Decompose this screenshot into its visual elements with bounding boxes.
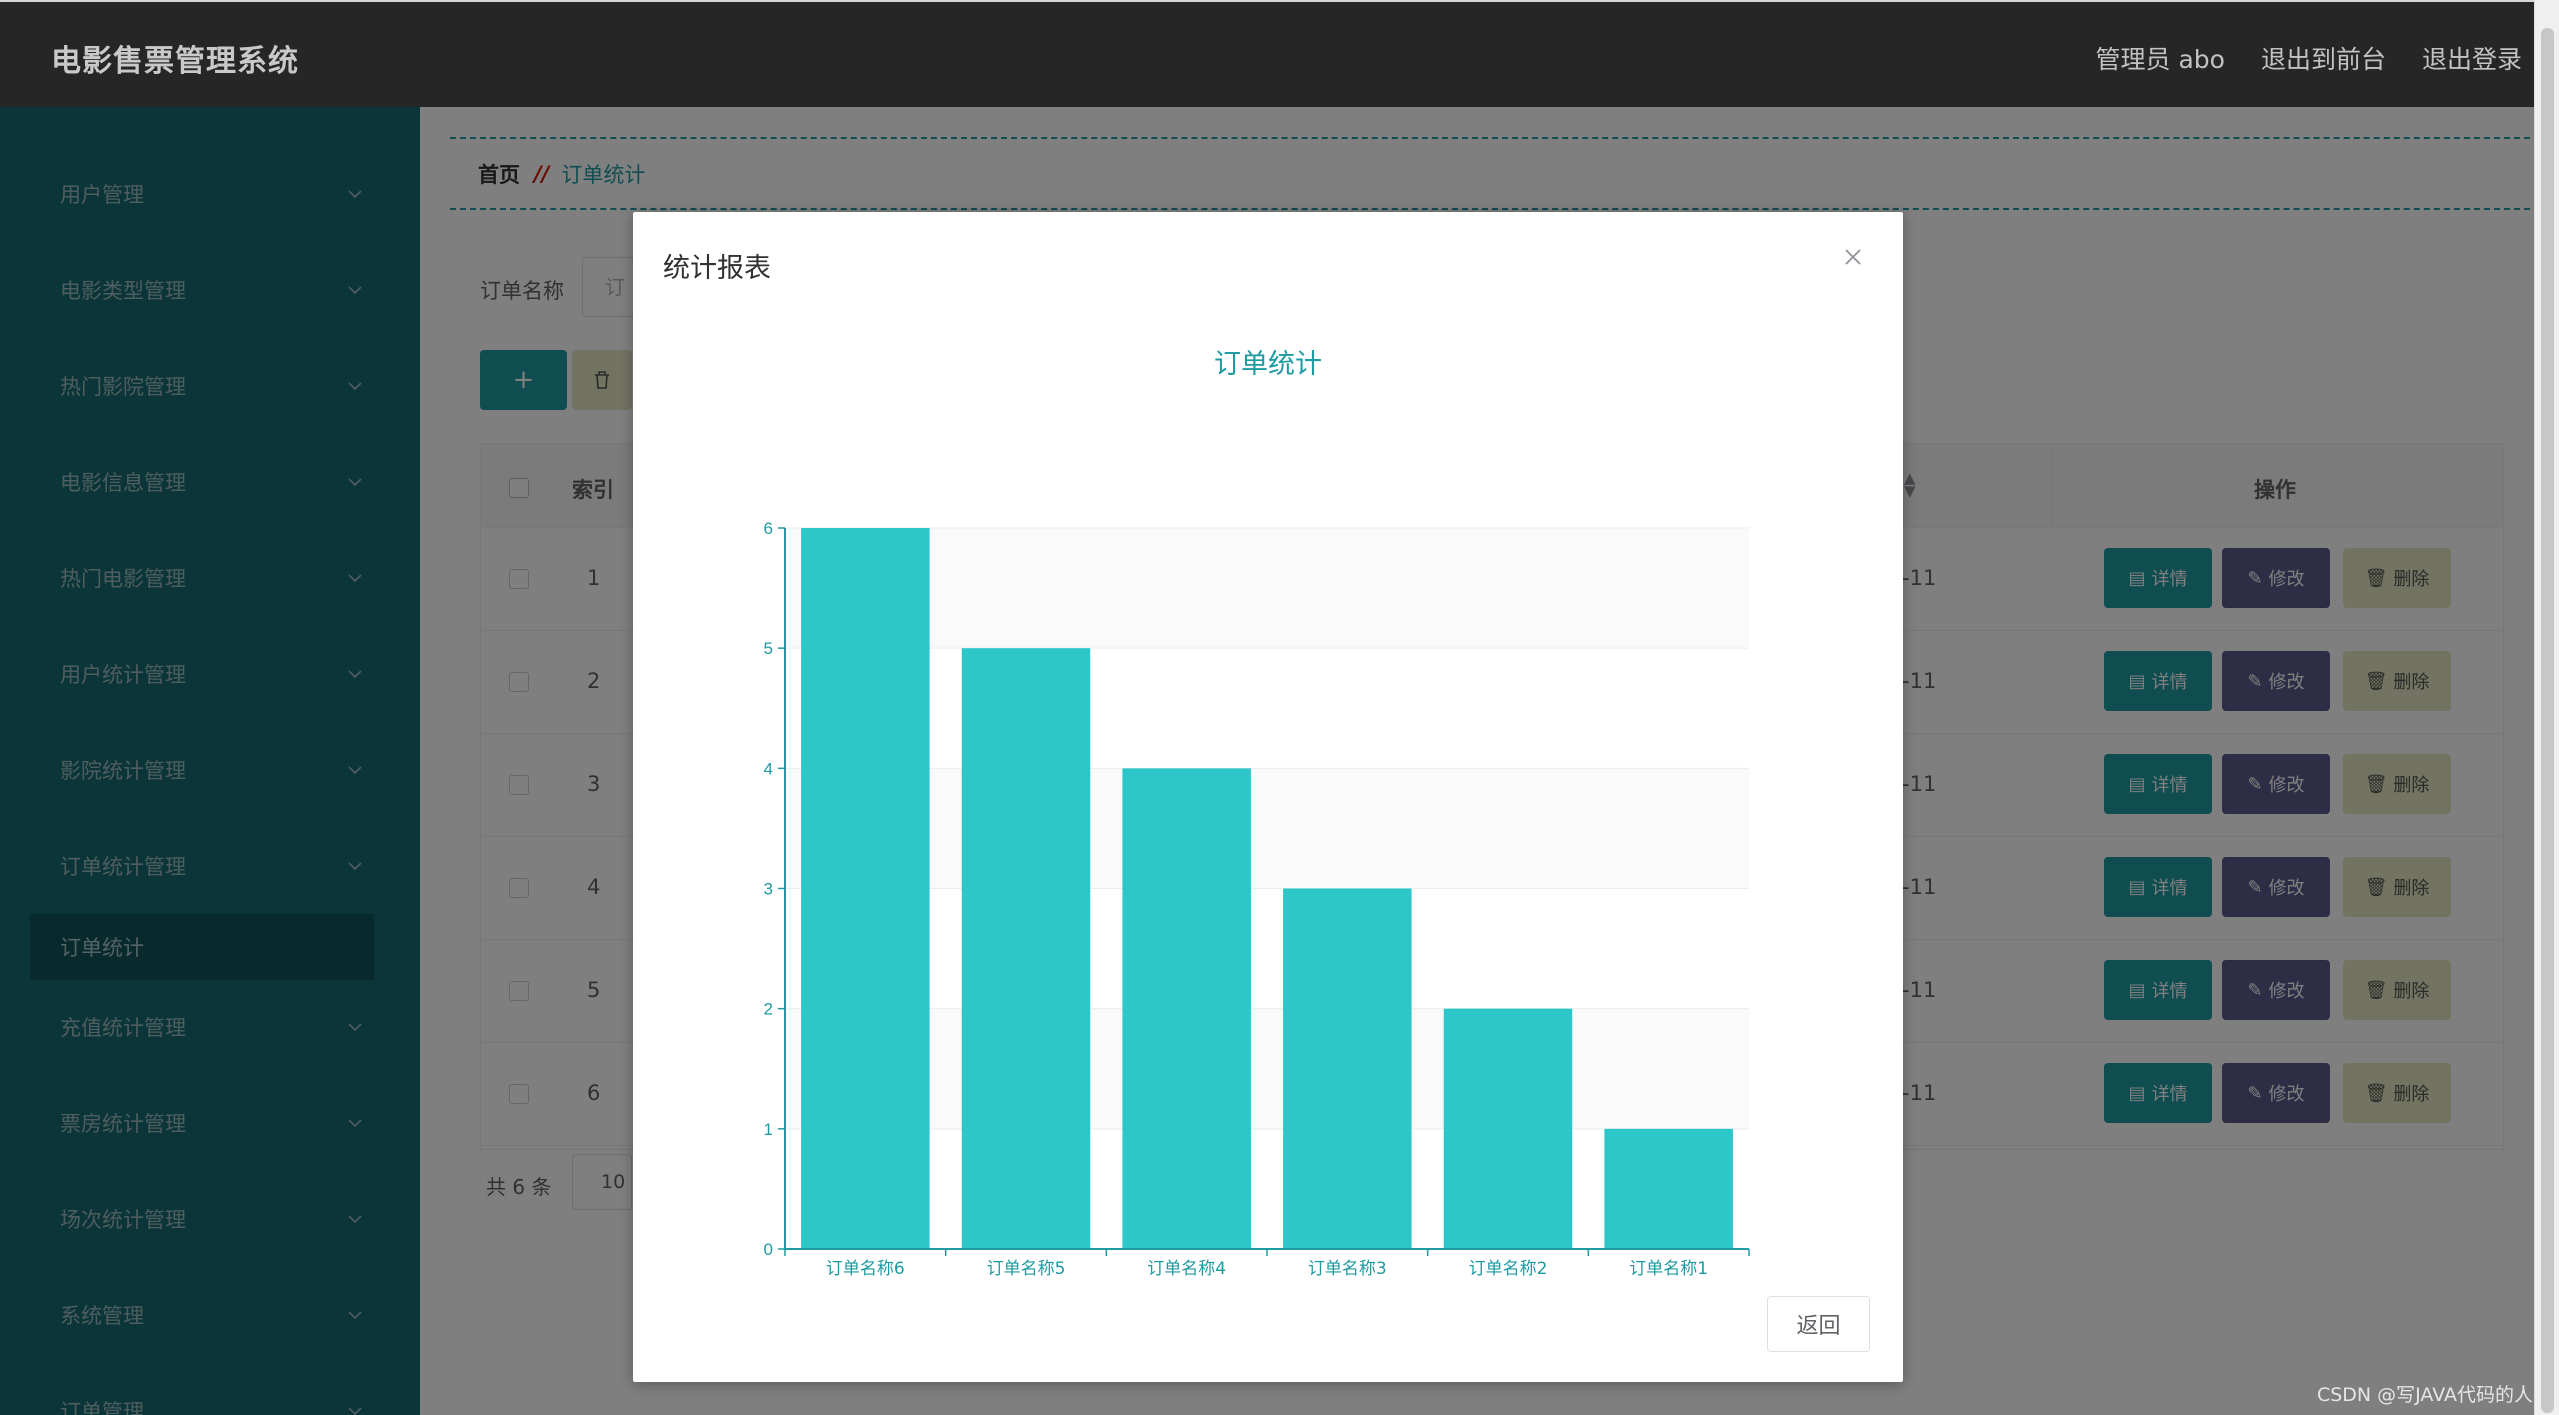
chart-bar xyxy=(1443,1008,1573,1249)
close-icon[interactable] xyxy=(1843,247,1863,267)
app-title: 电影售票管理系统 xyxy=(51,44,299,79)
y-tick-label: 2 xyxy=(764,1000,773,1019)
logout-link[interactable]: 退出登录 xyxy=(2422,40,2522,76)
x-tick-label: 订单名称6 xyxy=(826,1259,905,1279)
y-tick-label: 3 xyxy=(764,880,773,899)
bar-chart-svg: 0 1 2 3 4 5 6 订单名称6 订单名称5 订单名称4 订单名称3 订单名称2 订单名称1 xyxy=(764,519,1750,1279)
y-tick-label: 0 xyxy=(764,1240,773,1259)
stats-report-dialog: 统计报表 订单统计 0 1 2 3 4 5 6 订单名称6 订单名称5 订单名称4 订单名称3 订单名… xyxy=(633,212,1903,1382)
y-tick-label: 5 xyxy=(764,639,773,658)
return-button[interactable]: 返回 xyxy=(1767,1296,1870,1352)
x-tick-label: 订单名称3 xyxy=(1308,1259,1387,1279)
chart-bar xyxy=(1283,888,1412,1249)
dialog-title: 统计报表 xyxy=(663,253,771,284)
scrollbar-thumb[interactable] xyxy=(2541,28,2554,1413)
top-navbar: 电影售票管理系统 管理员 abo 退出到前台 退出登录 xyxy=(0,0,2534,107)
y-tick-label: 4 xyxy=(764,759,773,778)
x-tick-label: 订单名称4 xyxy=(1147,1259,1226,1279)
exit-to-front-link[interactable]: 退出到前台 xyxy=(2261,40,2386,76)
chart-bar xyxy=(1604,1128,1733,1249)
admin-user-label: 管理员 abo xyxy=(2095,45,2225,74)
order-stats-chart: 订单统计 0 1 2 3 4 5 6 订单名称6 订单名称5 订单名称4 订单名称3 订单名称2 订单名… xyxy=(633,312,1903,1312)
y-tick-label: 1 xyxy=(764,1120,773,1139)
chart-bar xyxy=(961,648,1091,1249)
x-tick-label: 订单名称2 xyxy=(1469,1259,1548,1279)
page-scrollbar[interactable] xyxy=(2534,0,2559,1415)
top-right-menu: 管理员 abo 退出到前台 退出登录 xyxy=(2096,40,2522,76)
x-tick-label: 订单名称5 xyxy=(987,1259,1066,1279)
chart-bar xyxy=(801,528,930,1249)
y-tick-label: 6 xyxy=(764,519,773,538)
x-tick-label: 订单名称1 xyxy=(1629,1259,1708,1279)
watermark: CSDN @写JAVA代码的人 xyxy=(2316,1384,2533,1406)
chart-bar xyxy=(1122,768,1251,1249)
